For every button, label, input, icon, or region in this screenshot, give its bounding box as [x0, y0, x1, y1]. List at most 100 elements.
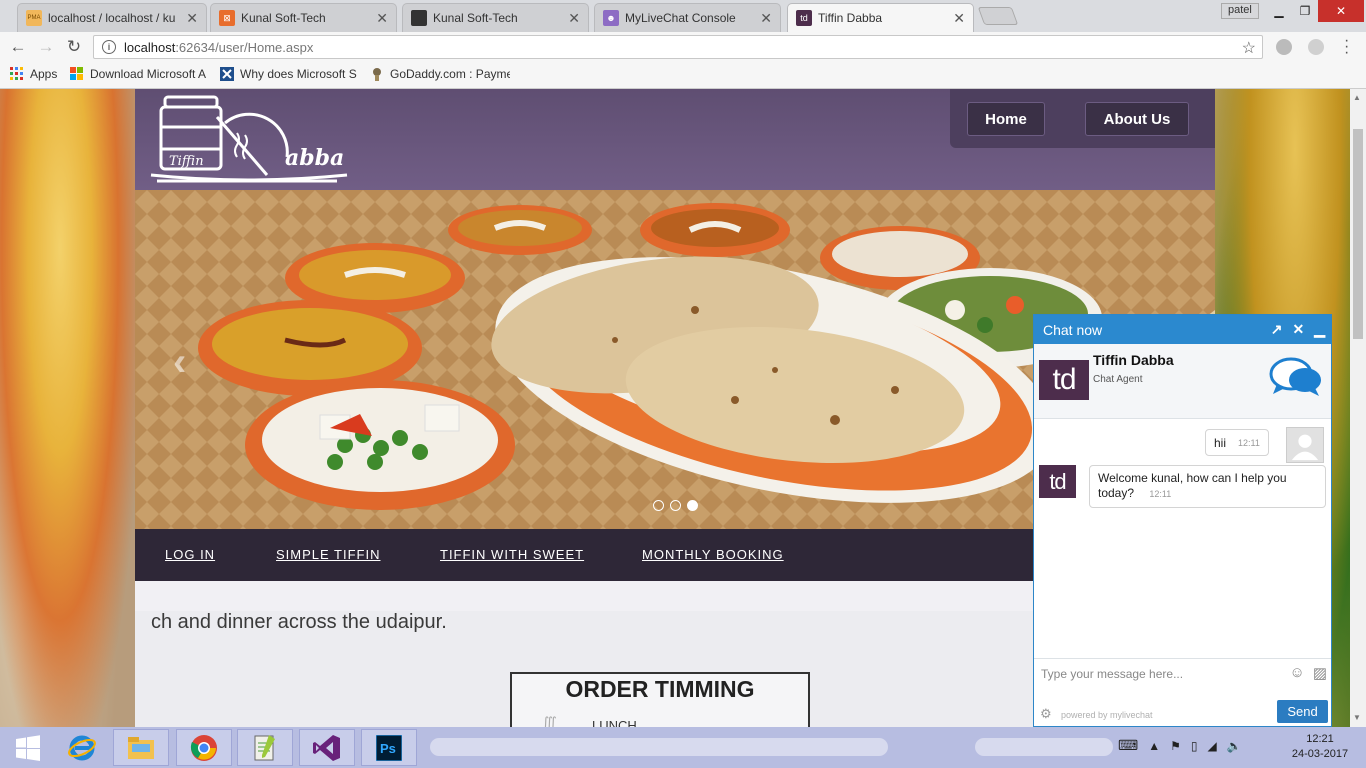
scroll-up-icon[interactable]: ▲ — [1353, 93, 1361, 102]
page-scrollbar[interactable]: ▲ ▼ — [1350, 89, 1366, 727]
network-signal-icon[interactable]: ◢ — [1207, 739, 1216, 753]
tab-title: Kunal Soft-Tech — [241, 11, 326, 25]
restore-icon[interactable]: ❐ — [1290, 0, 1320, 22]
tab-kunal-softtech-2[interactable]: Kunal Soft-Tech ✕ — [402, 3, 589, 32]
content-band — [135, 581, 1033, 611]
nav-home-button[interactable]: Home — [967, 102, 1045, 136]
tab-kunal-softtech-1[interactable]: ⊠ Kunal Soft-Tech ✕ — [210, 3, 397, 32]
start-button[interactable] — [0, 729, 56, 766]
extension-icon[interactable] — [1308, 39, 1324, 55]
volume-icon[interactable]: 🔈 — [1227, 739, 1242, 753]
taskbar-notepad[interactable] — [237, 729, 293, 766]
message-text: hii — [1214, 435, 1227, 450]
taskbar-photoshop[interactable]: Ps — [361, 729, 417, 766]
taskbar-file-explorer[interactable] — [113, 729, 169, 766]
info-icon[interactable]: i — [102, 40, 116, 54]
main-content: ch and dinner across the udaipur. ORDER … — [135, 581, 1033, 727]
chat-bubbles-icon — [1269, 357, 1321, 396]
image-upload-icon[interactable]: ▨ — [1313, 664, 1327, 682]
gear-icon[interactable]: ⚙ — [1040, 706, 1052, 722]
slider-dot[interactable] — [653, 500, 664, 511]
chat-message-input[interactable] — [1034, 659, 1274, 689]
taskbar-chrome[interactable] — [176, 729, 232, 766]
minimize-icon[interactable]: ▁ — [1314, 321, 1325, 338]
tab-title: MyLiveChat Console — [625, 11, 736, 25]
bookmark-apps[interactable]: Apps — [10, 67, 57, 81]
nav-log-in-link[interactable]: LOG IN — [165, 547, 215, 562]
nav-about-us-button[interactable]: About Us — [1085, 102, 1189, 136]
slider-dot[interactable] — [670, 500, 681, 511]
bowl — [245, 380, 515, 510]
close-icon[interactable]: ✕ — [186, 10, 198, 27]
close-icon[interactable]: ✕ — [953, 10, 965, 27]
reload-icon[interactable]: ↻ — [64, 37, 84, 57]
chat-header-title: Chat now — [1043, 321, 1103, 338]
nav-monthly-booking-link[interactable]: MONTHLY BOOKING — [642, 547, 784, 562]
url-input[interactable]: i localhost:62634/user/Home.aspx ☆ — [93, 35, 1263, 59]
popout-icon[interactable]: ↗ — [1271, 321, 1283, 338]
url-host: localhost — [124, 39, 176, 55]
chrome-icon — [190, 734, 217, 761]
nav-tiffin-with-sweet-link[interactable]: TIFFIN WITH SWEET — [440, 547, 584, 562]
secondary-navigation: LOG IN SIMPLE TIFFIN TIFFIN WITH SWEET M… — [135, 529, 1033, 581]
apps-grid-icon — [10, 67, 23, 80]
tab-mylivechat-console[interactable]: ☻ MyLiveChat Console ✕ — [594, 3, 781, 32]
close-icon[interactable]: ✕ — [760, 10, 772, 27]
back-icon[interactable]: ← — [8, 37, 28, 57]
bookmarks-bar: Apps Download Microsoft A Why does Micro… — [0, 62, 1366, 89]
steam-icon: ∭ — [542, 714, 557, 727]
folder-icon — [128, 736, 154, 759]
new-tab-button[interactable] — [977, 7, 1019, 25]
slider-prev-icon[interactable]: ‹ — [173, 340, 186, 385]
tab-tiffin-dabba[interactable]: td Tiffin Dabba ✕ — [787, 3, 974, 32]
emoji-icon[interactable]: ☺ — [1289, 664, 1304, 682]
taskbar-visual-studio[interactable] — [299, 729, 355, 766]
close-icon[interactable]: ✕ — [568, 10, 580, 27]
taskbar-internet-explorer[interactable] — [54, 729, 110, 766]
action-center-flag-icon[interactable]: ⚑ — [1170, 739, 1181, 753]
svg-text:abba: abba — [285, 145, 344, 171]
system-clock[interactable]: 12:21 24-03-2017 — [1290, 732, 1350, 762]
window-close-icon[interactable]: ✕ — [1318, 0, 1364, 22]
tiffin-dabba-logo[interactable]: Tiffin abba — [147, 93, 357, 185]
powered-by-label[interactable]: powered by mylivechat — [1061, 710, 1153, 720]
order-timing-title: ORDER TIMMING — [565, 676, 755, 702]
scroll-down-icon[interactable]: ▼ — [1353, 713, 1361, 722]
slider-dot-active[interactable] — [687, 500, 698, 511]
bookmark-label: Why does Microsoft S — [240, 67, 357, 81]
chrome-menu-icon[interactable]: · · · — [1344, 33, 1350, 61]
bookmark-godaddy[interactable]: GoDaddy.com : Payme — [370, 67, 510, 81]
message-time: 12:11 — [1149, 489, 1172, 499]
close-icon[interactable]: ✕ — [376, 10, 388, 27]
close-icon[interactable]: ✕ — [1292, 321, 1304, 338]
chat-header[interactable]: Chat now ↗ ✕ ▁ — [1034, 315, 1331, 344]
send-button[interactable]: Send — [1277, 700, 1328, 723]
agent-panel: td Tiffin Dabba Chat Agent — [1034, 344, 1331, 419]
background-food-image-left — [0, 89, 135, 727]
tab-phpmyadmin[interactable]: PMA localhost / localhost / ku ✕ — [17, 3, 207, 32]
godaddy-icon — [373, 68, 381, 81]
chevron-up-icon[interactable]: ▲ — [1148, 739, 1160, 753]
microsoft-icon — [70, 67, 83, 80]
bookmark-why-microsoft[interactable]: Why does Microsoft S — [220, 67, 358, 81]
lunch-label: LUNCH — [592, 718, 637, 727]
keyboard-icon[interactable]: ⌨ — [1118, 737, 1138, 754]
svg-text:Ps: Ps — [380, 741, 396, 756]
tab-title: Kunal Soft-Tech — [433, 11, 518, 25]
photoshop-icon: Ps — [376, 734, 402, 761]
svg-text:Tiffin: Tiffin — [169, 154, 204, 169]
bookmark-label: Download Microsoft A — [90, 67, 207, 81]
scroll-thumb[interactable] — [1353, 129, 1363, 339]
user-silhouette-icon — [1291, 434, 1319, 461]
battery-icon[interactable]: ▯ — [1191, 739, 1198, 753]
forward-icon[interactable]: → — [36, 37, 56, 57]
windows-taskbar: Ps ⌨ ▲ ⚑ ▯ ◢ 🔈 12:21 24-03-2017 — [0, 727, 1366, 768]
extension-icon[interactable] — [1276, 39, 1292, 55]
profile-button[interactable]: patel — [1221, 3, 1259, 19]
tab-title: localhost / localhost / ku — [48, 11, 176, 25]
address-bar-row: ← → ↻ i localhost:62634/user/Home.aspx ☆… — [0, 32, 1366, 62]
agent-avatar: td — [1039, 360, 1089, 400]
bookmark-download-microsoft[interactable]: Download Microsoft A — [70, 67, 210, 81]
nav-simple-tiffin-link[interactable]: SIMPLE TIFFIN — [276, 547, 381, 562]
bookmark-star-icon[interactable]: ☆ — [1242, 38, 1256, 58]
